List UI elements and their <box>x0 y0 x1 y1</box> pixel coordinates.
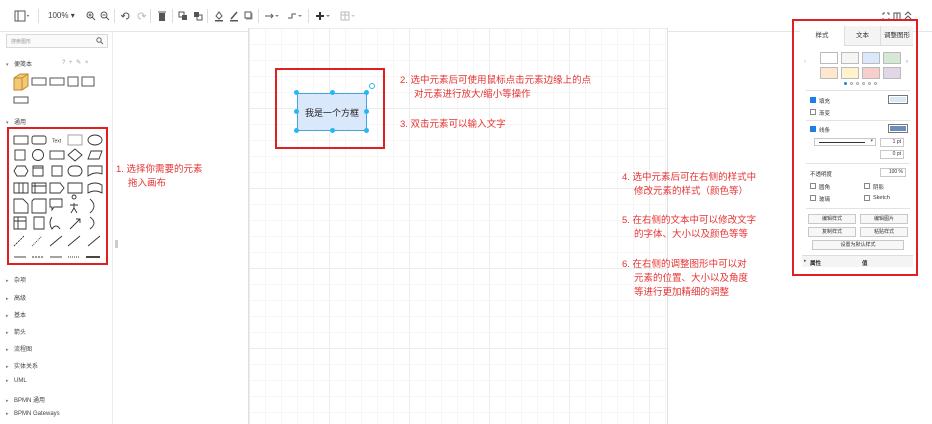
shadow-icon[interactable] <box>244 10 254 22</box>
chevron-right-icon: ▸ <box>6 313 9 319</box>
to-front-icon[interactable] <box>178 10 188 22</box>
chevron-right-icon: ▸ <box>6 378 9 384</box>
annotation-box-shapes <box>7 127 108 265</box>
insert-icon[interactable] <box>315 10 331 22</box>
line-color-icon[interactable] <box>229 10 239 22</box>
annotation-line: 2. 选中元素后可使用鼠标点击元素边缘上的点 <box>400 75 592 86</box>
chevron-right-icon: ▸ <box>6 364 9 370</box>
section-uml[interactable]: ▸ UML <box>6 378 27 384</box>
connection-icon[interactable] <box>264 10 280 22</box>
sidebar-scrollbar[interactable] <box>115 240 118 248</box>
annotation-line: 4. 选中元素后可在右侧的样式中 <box>622 172 757 183</box>
scratchpad-shapes[interactable] <box>12 72 108 106</box>
undo-icon[interactable] <box>121 10 131 22</box>
chevron-right-icon: ▸ <box>6 411 9 417</box>
search-placeholder: 搜索图形 <box>11 39 32 45</box>
annotation-box-format-panel <box>792 19 918 276</box>
toolbar-divider <box>207 9 208 23</box>
chevron-down-icon: ▾ <box>6 62 9 68</box>
annotation-note-1: 1. 选择你需要的元素 拖入画布 <box>116 163 203 191</box>
section-general[interactable]: ▾ 通用 <box>6 117 26 126</box>
resize-handle-nw[interactable] <box>294 90 299 95</box>
toolbar-divider <box>258 9 259 23</box>
resize-handle-s[interactable] <box>330 128 335 133</box>
search-input[interactable]: 搜索图形 <box>6 34 108 48</box>
resize-handle-w[interactable] <box>294 109 299 114</box>
section-basic[interactable]: ▸ 基本 <box>6 310 26 319</box>
chevron-down-icon: ▾ <box>6 120 9 126</box>
fill-color-icon[interactable] <box>214 10 224 22</box>
annotation-line: 拖入画布 <box>128 178 167 189</box>
resize-handle-ne[interactable] <box>364 90 369 95</box>
annotation-note-3: 3. 双击元素可以输入文字 <box>400 118 506 132</box>
resize-handle-se[interactable] <box>364 128 369 133</box>
annotation-line: 的字体、大小以及颜色等等 <box>634 229 749 240</box>
chevron-right-icon: ▸ <box>6 347 9 353</box>
chevron-right-icon: ▸ <box>6 330 9 336</box>
annotation-note-4: 4. 选中元素后可在右侧的样式中 修改元素的样式（颜色等） <box>622 171 756 199</box>
toolbar-divider <box>308 9 309 23</box>
section-entity-relation[interactable]: ▸ 实体关系 <box>6 361 38 370</box>
section-arrows[interactable]: ▸ 箭头 <box>6 327 26 336</box>
annotation-note-5: 5. 在右侧的文本中可以修改文字 的字体、大小以及颜色等等 <box>622 214 756 242</box>
section-scratchpad[interactable]: ▾ 便笺本 <box>6 59 32 68</box>
annotation-line: 1. 选择你需要的元素 <box>116 164 203 175</box>
search-icon[interactable] <box>96 37 104 47</box>
annotation-line: 元素的位置、大小以及角度 <box>634 273 749 284</box>
delete-icon[interactable] <box>157 10 167 22</box>
annotation-line: 6. 在右侧的调整图形中可以对 <box>622 259 747 270</box>
annotation-note-6: 6. 在右侧的调整图形中可以对 元素的位置、大小以及角度 等进行更加精细的调整 <box>622 258 748 300</box>
table-icon[interactable] <box>340 10 356 22</box>
section-bpmn-gateways[interactable]: ▸ BPMN Gateways <box>6 411 60 417</box>
chevron-right-icon: ▸ <box>6 278 9 284</box>
resize-handle-n[interactable] <box>330 90 335 95</box>
waypoints-icon[interactable] <box>287 10 303 22</box>
toolbar-divider <box>172 9 173 23</box>
chevron-right-icon: ▸ <box>6 296 9 302</box>
section-misc[interactable]: ▸ 杂项 <box>6 275 26 284</box>
resize-handle-sw[interactable] <box>294 128 299 133</box>
to-back-icon[interactable] <box>193 10 203 22</box>
toolbar-divider <box>38 9 39 23</box>
annotation-note-2: 2. 选中元素后可使用鼠标点击元素边缘上的点 对元素进行放大/缩小等操作 <box>400 74 591 102</box>
zoom-out-icon[interactable] <box>100 10 110 22</box>
toolbar-divider <box>150 9 151 23</box>
zoom-level[interactable]: 100% ▾ <box>48 10 75 22</box>
redo-icon[interactable] <box>136 10 146 22</box>
section-bpmn-general[interactable]: ▸ BPMN 通用 <box>6 395 45 404</box>
annotation-line: 修改元素的样式（颜色等） <box>634 186 749 197</box>
cube-shape[interactable] <box>13 73 29 91</box>
section-flowchart[interactable]: ▸ 流程图 <box>6 344 32 353</box>
zoom-in-icon[interactable] <box>86 10 96 22</box>
annotation-line: 等进行更加精细的调整 <box>634 287 730 298</box>
section-advanced[interactable]: ▸ 高级 <box>6 293 26 302</box>
annotation-line: 5. 在右侧的文本中可以修改文字 <box>622 215 757 226</box>
annotation-line: 3. 双击元素可以输入文字 <box>400 119 506 130</box>
annotation-line: 对元素进行放大/缩小等操作 <box>414 89 531 100</box>
chevron-right-icon: ▸ <box>6 398 9 404</box>
sidebar-toggle-icon[interactable] <box>14 10 30 22</box>
rotate-handle[interactable] <box>369 83 375 89</box>
selection-outline <box>297 93 367 131</box>
resize-handle-e[interactable] <box>364 109 369 114</box>
scratchpad-actions[interactable]: ? + ✎ × <box>62 59 89 66</box>
toolbar-divider <box>114 9 115 23</box>
